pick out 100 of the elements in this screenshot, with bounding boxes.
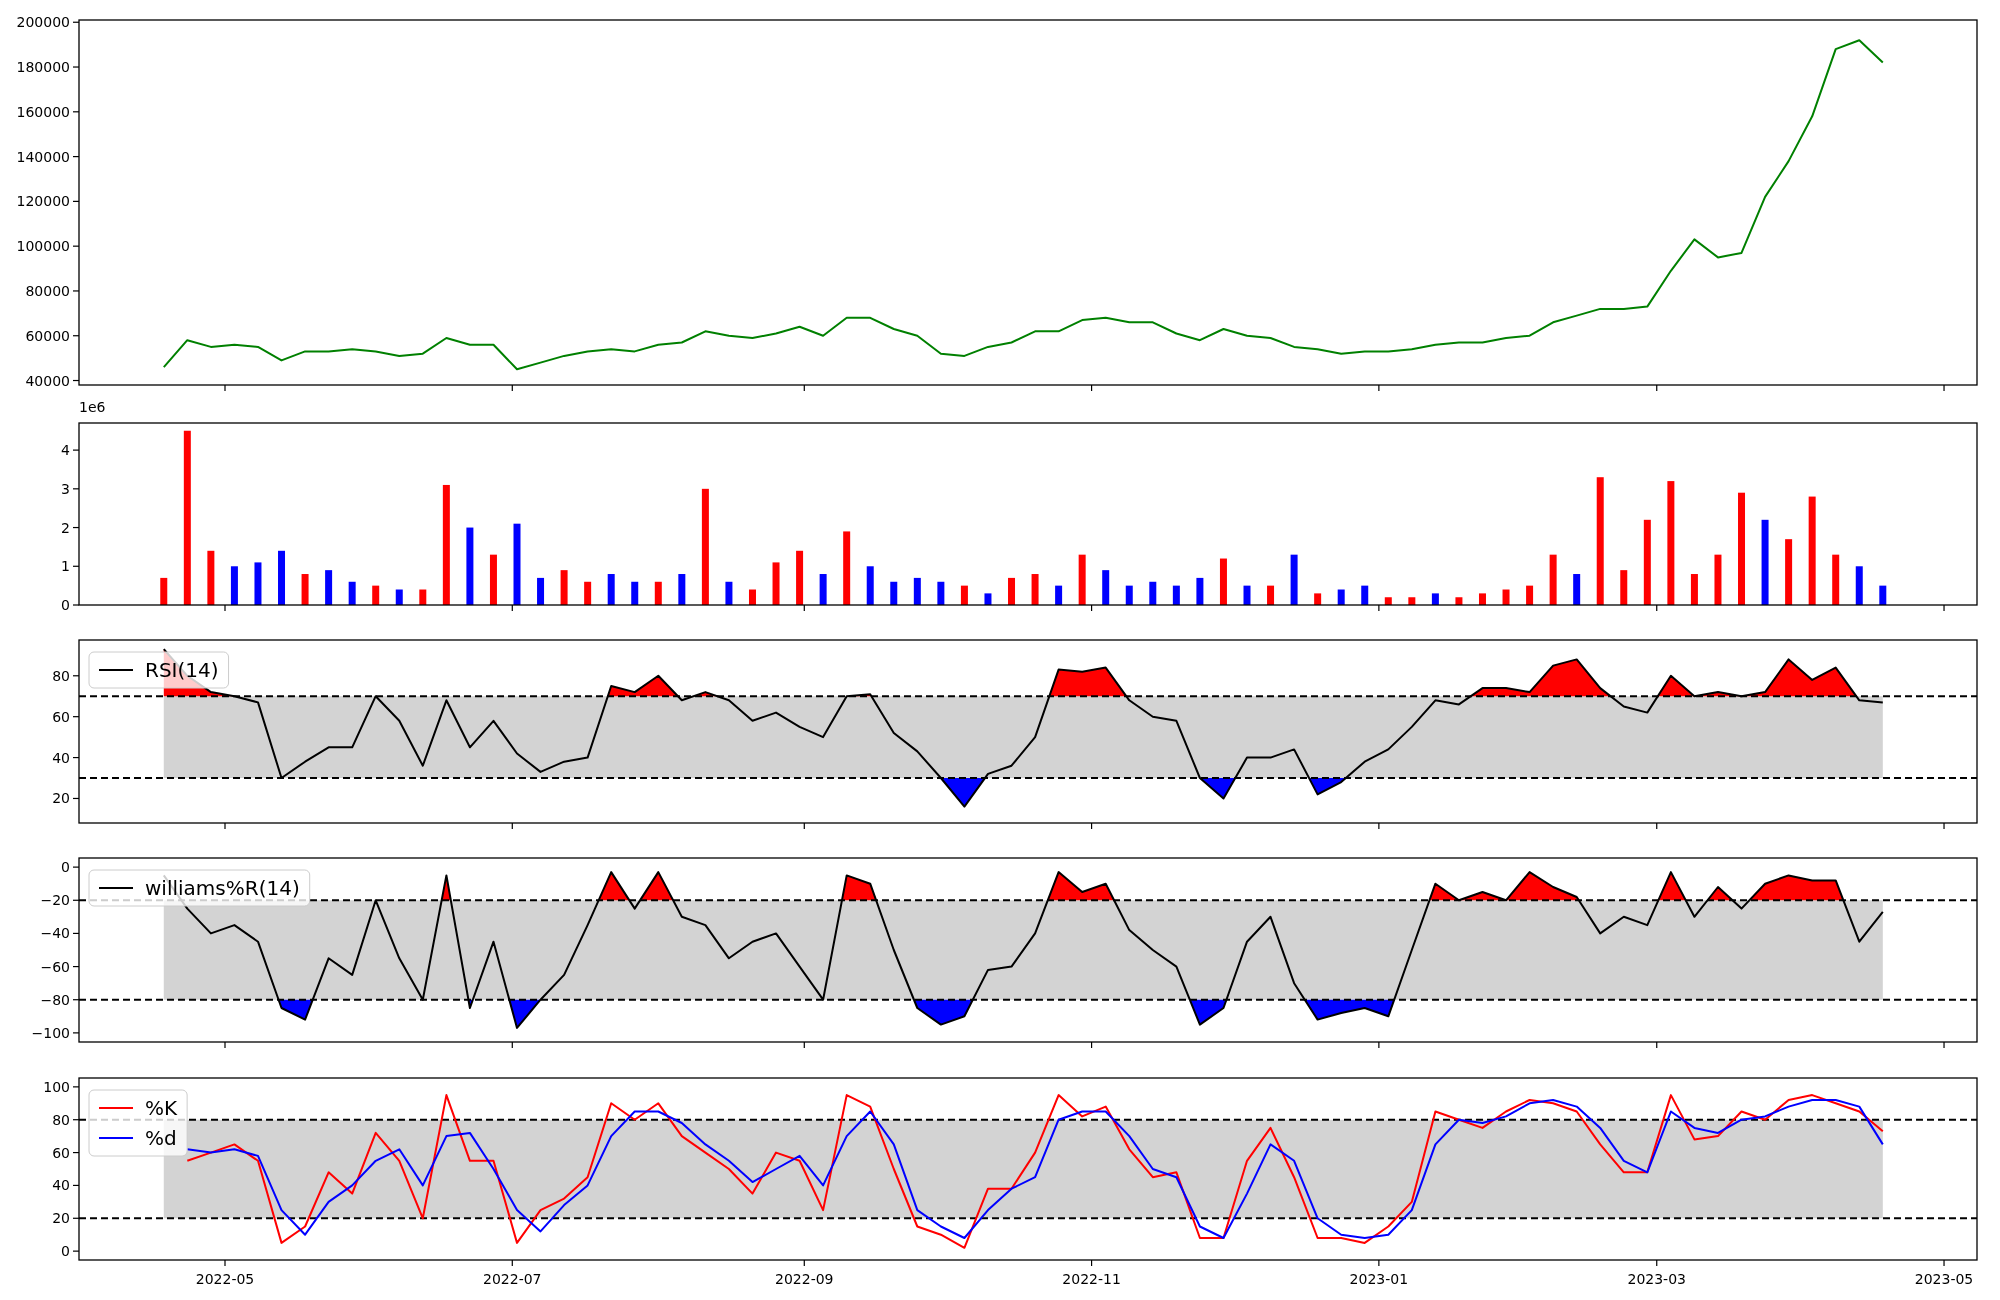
axis-offset-label: 1e6	[79, 400, 106, 415]
axis-tick-label: −80	[40, 991, 70, 1008]
tick-mark	[511, 1259, 513, 1267]
legend-label: williams%R(14)	[145, 876, 300, 900]
tick-mark	[224, 384, 226, 392]
axis-tick-label: −100	[31, 1024, 70, 1041]
tick-mark	[803, 1259, 805, 1267]
legend-label: RSI(14)	[145, 658, 219, 682]
tick-mark	[1656, 1259, 1658, 1267]
tick-mark	[72, 756, 80, 759]
tick-mark	[224, 1041, 226, 1049]
legend-label: %K	[145, 1096, 178, 1120]
tick-mark	[1943, 384, 1945, 392]
tick-mark	[1943, 822, 1945, 830]
tick-mark	[1656, 604, 1658, 612]
axis-tick-label: 20	[52, 1210, 70, 1227]
tick-mark	[72, 200, 80, 202]
tick-mark	[72, 1217, 80, 1219]
tick-mark	[1378, 384, 1380, 392]
tick-mark	[72, 866, 80, 868]
axis-tick-label: 4	[61, 442, 70, 459]
axis-tick-label: 80	[52, 667, 70, 684]
tick-mark	[72, 899, 80, 901]
tick-mark	[72, 932, 80, 934]
axis-tick-label: 2022-07	[483, 1271, 542, 1287]
axis-tick-label: 0	[61, 859, 70, 876]
axis-tick-label: 2023-05	[1914, 1271, 1974, 1287]
tick-mark	[72, 526, 80, 529]
axis-tick-label: 0	[61, 1243, 70, 1260]
axis-tick-label: 140000	[16, 148, 70, 165]
axis-tick-label: 160000	[16, 103, 70, 120]
tick-mark	[72, 675, 80, 677]
tick-mark	[72, 245, 80, 247]
tick-mark	[1656, 1041, 1658, 1049]
axis-tick-label: 2022-09	[775, 1271, 834, 1287]
axis-tick-label: 60	[52, 1144, 70, 1161]
axis-tick-label: 40	[52, 749, 70, 766]
axis-tick-label: −60	[40, 958, 70, 975]
tick-mark	[224, 1259, 226, 1267]
axis-tick-label: 60000	[25, 327, 70, 344]
tick-mark	[72, 1086, 80, 1088]
axis-tick-label: 2023-01	[1349, 1271, 1409, 1287]
axis-tick-label: 40000	[25, 372, 70, 389]
tick-mark	[1943, 1259, 1945, 1267]
axis-tick-label: 20	[52, 790, 70, 807]
tick-mark	[72, 1119, 80, 1121]
axis-tick-label: 3	[61, 480, 70, 497]
axis-tick-label: 60	[52, 708, 70, 725]
tick-mark	[1378, 822, 1380, 830]
tick-mark	[72, 797, 80, 800]
axis-tick-label: 2022-05	[195, 1271, 255, 1287]
tick-mark	[511, 604, 513, 612]
axis-tick-label: 2	[61, 519, 70, 536]
tick-mark	[1378, 604, 1380, 612]
axis-tick-label: 0	[61, 597, 70, 613]
tick-mark	[1943, 1041, 1945, 1049]
legend-label: %d	[145, 1126, 177, 1150]
axis-tick-label: 200000	[16, 14, 70, 31]
tick-mark	[72, 21, 80, 23]
tick-mark	[72, 379, 80, 382]
axis-tick-label: 100000	[16, 238, 70, 255]
axis-tick-label: 80000	[25, 282, 70, 299]
axis-tick-label: 120000	[16, 193, 70, 210]
tick-mark	[72, 604, 80, 606]
axis-tick-label: 2023-03	[1627, 1271, 1686, 1287]
tick-mark	[72, 449, 80, 451]
tick-mark	[72, 335, 80, 337]
tick-mark	[1656, 384, 1658, 392]
tick-mark	[72, 488, 80, 490]
tick-mark	[72, 966, 80, 968]
axis-tick-label: −20	[40, 892, 70, 909]
tick-mark	[1378, 1259, 1380, 1267]
tick-mark	[511, 384, 513, 392]
tick-mark	[803, 384, 805, 392]
tick-mark	[72, 290, 80, 292]
tick-mark	[1091, 822, 1093, 830]
tick-mark	[72, 1151, 80, 1154]
tick-mark	[803, 1041, 805, 1049]
tick-mark	[1378, 1041, 1380, 1049]
tick-mark	[1656, 822, 1658, 830]
tick-mark	[224, 822, 226, 830]
tick-mark	[1943, 604, 1945, 612]
axis-tick-label: 2022-11	[1062, 1271, 1121, 1287]
tick-mark	[72, 1250, 80, 1252]
tick-mark	[803, 604, 805, 612]
tick-mark	[72, 565, 80, 567]
tick-mark	[803, 822, 805, 830]
axis-tick-label: 1	[61, 558, 70, 575]
axis-tick-label: 100	[43, 1078, 70, 1095]
tick-mark	[72, 999, 80, 1001]
tick-mark	[72, 66, 80, 68]
tick-mark	[511, 822, 513, 830]
tick-mark	[1091, 384, 1093, 392]
tick-mark	[72, 716, 80, 718]
axis-tick-label: 80	[52, 1111, 70, 1128]
tick-mark	[1091, 1041, 1093, 1049]
axis-tick-label: −40	[40, 925, 70, 942]
tick-mark	[72, 1032, 80, 1034]
tick-mark	[224, 604, 226, 612]
tick-mark	[72, 156, 80, 158]
